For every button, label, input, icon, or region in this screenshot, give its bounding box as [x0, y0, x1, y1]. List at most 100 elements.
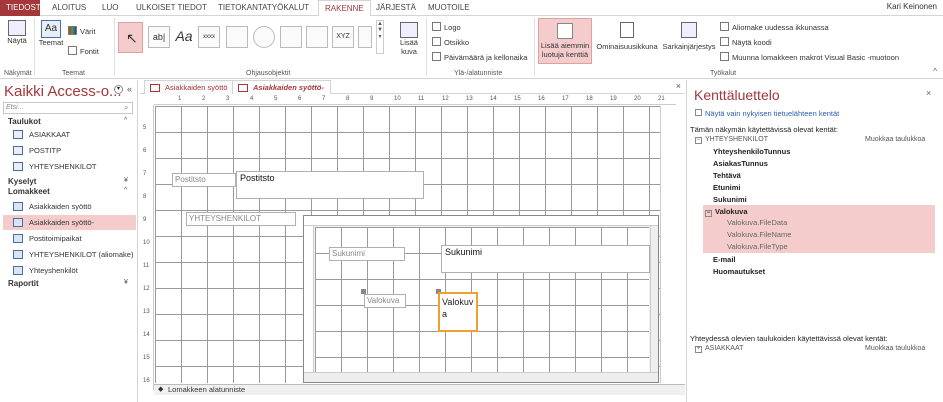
ruler-number: 7 [322, 96, 326, 102]
ruler-number: 21 [658, 96, 665, 102]
subform-vertical-scrollbar[interactable] [650, 226, 658, 372]
tab-external-data[interactable]: ULKOISET TIEDOT [130, 0, 213, 16]
user-name[interactable]: Kari Keinonen [887, 2, 937, 11]
yhteyshenkilot-label[interactable]: YHTEYSHENKILOT [186, 212, 296, 226]
nav-item-form[interactable]: Postitoimipaikat [3, 231, 136, 246]
nav-dropdown-icon[interactable]: ▾ [114, 85, 123, 94]
table-node[interactable]: − YHTEYSHENKILOT [695, 136, 768, 144]
edit-table-link[interactable]: Muokkaa taulukkoa [865, 345, 925, 352]
chevron-down-icon[interactable]: ¥ [124, 279, 128, 286]
postitsto-textbox[interactable]: Postitsto [236, 171, 424, 199]
subform-new-window-button[interactable]: Aliomake uudessa ikkunassa [720, 22, 829, 32]
nav-item-form[interactable]: Yhteyshenkilöt [3, 263, 136, 278]
nav-group-tables[interactable]: Taulukot [8, 117, 41, 126]
title-button[interactable]: Otsikko [432, 37, 469, 47]
group-separator [426, 18, 427, 76]
option-group-icon[interactable]: XYZ [332, 26, 354, 48]
show-only-current-link[interactable]: Näytä vain nykyisen tietuelähteen kentät [695, 109, 839, 118]
navigation-control-icon[interactable] [306, 26, 328, 48]
sukunimi-label[interactable]: Sukunimi [329, 247, 405, 261]
form-footer-bar[interactable]: ◆ Lomakkeen alatunniste [154, 384, 685, 395]
field-item[interactable]: Huomautukset [713, 267, 765, 276]
collapse-ribbon-icon[interactable]: ^ [933, 67, 937, 76]
subform-horizontal-scrollbar[interactable] [304, 372, 658, 382]
controls-more-arrows[interactable]: ▲ ▼ ▾ [376, 20, 384, 54]
nav-item-form[interactable]: Asiakkaiden syöttö [3, 199, 136, 214]
nav-group-reports[interactable]: Raportit [8, 279, 39, 288]
valokuva-attachment-control[interactable]: Valokuv a [438, 292, 478, 332]
field-item[interactable]: AsiakasTunnus [713, 159, 768, 168]
nav-item-form[interactable]: YHTEYSHENKILOT (aliomake) [3, 247, 136, 262]
postitsto-label[interactable]: Postitsto [172, 173, 236, 187]
code-icon [720, 37, 729, 46]
close-icon[interactable]: × [926, 88, 931, 98]
nav-collapse-icon[interactable]: « [127, 84, 132, 94]
select-tool-button[interactable]: ↖ [118, 22, 143, 53]
doc-tab[interactable]: Asiakkaiden syöttö [144, 80, 235, 94]
nav-item-table[interactable]: YHTEYSHENKILOT [3, 159, 136, 174]
hyperlink-control-icon[interactable] [253, 26, 275, 48]
view-button[interactable]: Näytä [4, 20, 30, 45]
tab-order-button[interactable]: Sarkainjärjestys [662, 22, 716, 51]
view-code-button[interactable]: Näytä koodi [720, 37, 772, 47]
footer-section[interactable] [154, 395, 685, 402]
tab-create[interactable]: LUO [96, 0, 124, 16]
logo-button[interactable]: Logo [432, 22, 461, 32]
button-control-icon[interactable]: xxxx [198, 26, 220, 48]
fields-icon [695, 109, 702, 116]
add-existing-fields-button[interactable]: Lisää aiemmin luotuja kenttiä [538, 18, 592, 64]
nav-item-form-selected[interactable]: Asiakkaiden syöttö- [3, 215, 136, 230]
field-item[interactable]: E-mail [713, 255, 736, 264]
datetime-button[interactable]: Päivämäärä ja kellonaika [432, 52, 527, 62]
related-table-node[interactable]: + ASIAKKAAT [695, 345, 743, 353]
tab-arrange[interactable]: JÄRJESTÄ [370, 0, 422, 16]
subform-control[interactable]: Sukunimi Sukunimi Valokuva Valokuv a [303, 215, 659, 383]
field-item[interactable]: Etunimi [713, 183, 741, 192]
vruler-number: 12 [143, 286, 150, 292]
nav-pane-title[interactable]: Kaikki Access-o... [4, 83, 122, 100]
nav-item-label: Asiakkaiden syöttö- [29, 218, 95, 227]
nav-search-input[interactable]: Etsi... [3, 102, 133, 114]
themes-button[interactable]: Aa Teemat [38, 20, 64, 47]
tab-design[interactable]: RAKENNE [318, 0, 371, 17]
fonts-button[interactable]: Fontit [68, 46, 99, 56]
ruler-number: 9 [370, 96, 374, 102]
chevron-up-icon[interactable]: ^ [124, 187, 127, 194]
tab-file[interactable]: TIEDOSTO [0, 0, 47, 16]
property-sheet-button[interactable]: Ominaisuusikkuna [594, 22, 660, 51]
web-browser-control-icon[interactable] [280, 26, 302, 48]
page-break-icon[interactable] [358, 26, 372, 48]
search-icon[interactable]: ⌕ [124, 103, 128, 113]
label-control-icon[interactable]: Aa [173, 26, 195, 48]
chevron-down-icon[interactable]: ¥ [124, 177, 128, 184]
ruler-number: 1 [178, 96, 182, 102]
nav-group-forms[interactable]: Lomakkeet [8, 187, 50, 196]
tab-database-tools[interactable]: TIETOKANTATYÖKALUT [212, 0, 315, 16]
field-subitem[interactable]: Valokuva.FileData [727, 218, 787, 227]
field-item[interactable]: Sukunimi [713, 195, 747, 204]
doc-tab-active[interactable]: Asiakkaiden syöttö- [232, 80, 331, 94]
tab-control-icon[interactable] [226, 26, 248, 48]
nav-item-table[interactable]: ASIAKKAAT [3, 127, 136, 142]
colors-button[interactable]: Värit [68, 26, 95, 36]
close-icon[interactable]: × [676, 81, 681, 91]
sukunimi-textbox[interactable]: Sukunimi [441, 245, 650, 273]
chevron-up-icon[interactable]: ^ [124, 117, 127, 124]
tab-format[interactable]: MUOTOILE [422, 0, 476, 16]
textbox-control-icon[interactable]: ab| [148, 26, 170, 48]
field-item[interactable]: Tehtävä [713, 171, 741, 180]
collapse-icon: − [705, 210, 712, 217]
field-subitem[interactable]: Valokuva.FileType [727, 242, 788, 251]
nav-group-queries[interactable]: Kyselyt [8, 177, 36, 186]
field-item[interactable]: YhteyshenkiloTunnus [713, 147, 790, 156]
ruler-number: 12 [442, 96, 449, 102]
edit-table-link[interactable]: Muokkaa taulukkoa [865, 136, 925, 143]
valokuva-label[interactable]: Valokuva [364, 294, 406, 308]
fields-list-icon [557, 23, 573, 39]
convert-macros-button[interactable]: Muunna lomakkeen makrot Visual Basic -mu… [720, 52, 899, 62]
tab-home[interactable]: ALOITUS [46, 0, 92, 16]
field-item-valokuva[interactable]: − Valokuva [705, 207, 748, 217]
field-subitem[interactable]: Valokuva.FileName [727, 230, 791, 239]
nav-item-table[interactable]: POSTITP [3, 143, 136, 158]
insert-image-button[interactable]: Lisää kuva [394, 22, 424, 56]
